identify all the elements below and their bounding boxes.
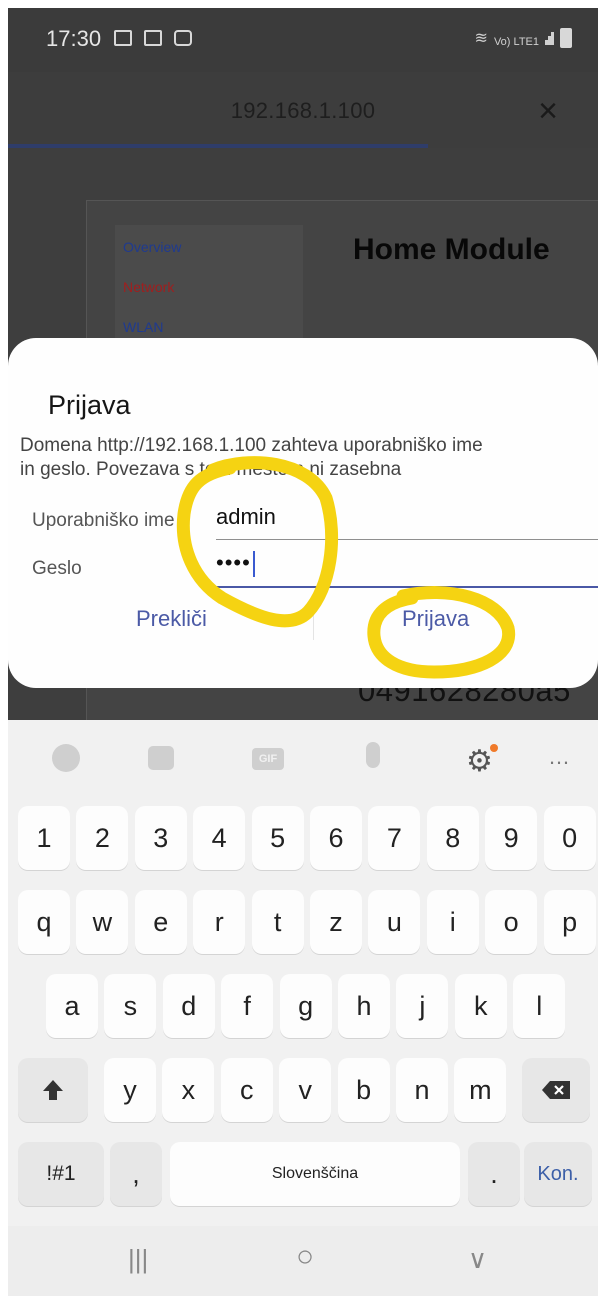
key-4[interactable]: 4 <box>193 806 246 870</box>
status-bar: 17:30 ≋ Vo) LTE1 <box>8 8 598 72</box>
username-value: admin <box>216 504 276 529</box>
key-z[interactable]: z <box>310 890 362 954</box>
enter-key[interactable]: Kon. <box>524 1142 592 1206</box>
notification-dot-icon <box>490 744 498 752</box>
space-key[interactable]: Slovenščina <box>170 1142 460 1206</box>
key-0[interactable]: 0 <box>543 806 596 870</box>
key-c[interactable]: c <box>220 1058 273 1122</box>
dialog-title: Prijava <box>48 390 131 420</box>
key-x[interactable]: x <box>162 1058 215 1122</box>
clock: 17:30 <box>46 26 102 51</box>
key-p[interactable]: p <box>543 890 596 954</box>
login-button[interactable]: Prijava <box>402 606 469 632</box>
gif-button[interactable]: GIF <box>252 748 284 770</box>
dialog-message: Domena http://192.168.1.100 zahteva upor… <box>20 434 596 482</box>
nav-link-wlan[interactable]: WLAN <box>123 319 163 335</box>
key-r[interactable]: r <box>193 890 246 954</box>
comma-key[interactable]: , <box>110 1142 162 1206</box>
network-label: Vo) LTE1 <box>493 36 539 48</box>
wifi-icon: ≋ <box>474 30 488 47</box>
password-label: Geslo <box>32 558 82 579</box>
shift-arrow-icon <box>43 1080 63 1100</box>
phone-screen: 17:30 ≋ Vo) LTE1 192.168.1.100 × Overvie… <box>8 8 598 1296</box>
home-button[interactable]: ○ <box>296 1240 314 1274</box>
status-icons: ≋ Vo) LTE1 <box>475 28 572 48</box>
key-v[interactable]: v <box>279 1058 332 1122</box>
gallery-icon <box>144 30 162 46</box>
key-w[interactable]: w <box>76 890 129 954</box>
key-b[interactable]: b <box>337 1058 390 1122</box>
page-title: Home Module <box>353 233 550 266</box>
backspace-key[interactable] <box>522 1058 590 1122</box>
key-5[interactable]: 5 <box>251 806 304 870</box>
symbols-key[interactable]: !#1 <box>18 1142 104 1206</box>
key-d[interactable]: d <box>162 974 215 1038</box>
key-o[interactable]: o <box>485 890 538 954</box>
key-i[interactable]: i <box>426 890 479 954</box>
backspace-icon <box>542 1081 570 1099</box>
key-s[interactable]: s <box>104 974 157 1038</box>
signal-icon <box>545 32 554 48</box>
key-8[interactable]: 8 <box>426 806 479 870</box>
key-k[interactable]: k <box>454 974 507 1038</box>
key-h[interactable]: h <box>338 974 390 1038</box>
gallery-icon <box>114 30 132 46</box>
password-field[interactable]: •••• <box>216 544 598 588</box>
key-j[interactable]: j <box>396 974 449 1038</box>
cancel-button[interactable]: Prekliči <box>136 606 207 632</box>
nav-link-overview[interactable]: Overview <box>123 239 181 255</box>
key-t[interactable]: t <box>251 890 304 954</box>
key-u[interactable]: u <box>368 890 421 954</box>
password-value: •••• <box>216 550 251 575</box>
dialog-message-line: Domena http://192.168.1.100 zahteva upor… <box>20 435 483 456</box>
more-icon[interactable]: … <box>548 744 570 770</box>
keyboard-toolbar: GIF ⚙ … <box>8 720 598 800</box>
key-3[interactable]: 3 <box>134 806 187 870</box>
key-e[interactable]: e <box>134 890 187 954</box>
button-divider <box>313 610 314 640</box>
back-button[interactable]: ∨ <box>468 1244 487 1275</box>
close-icon[interactable]: × <box>538 92 558 131</box>
key-f[interactable]: f <box>221 974 274 1038</box>
key-7[interactable]: 7 <box>368 806 421 870</box>
text-caret <box>252 551 255 578</box>
key-l[interactable]: l <box>513 974 566 1038</box>
key-n[interactable]: n <box>396 1058 448 1122</box>
dialog-message-line: in geslo. Povezava s tem mestom ni zaseb… <box>20 459 402 480</box>
on-screen-keyboard: GIF ⚙ … 1234567890 qwertzuiop asdfghjkl yxc… <box>8 720 598 1296</box>
page-url-title: 192.168.1.100 <box>230 98 376 123</box>
username-label: Uporabniško ime <box>32 510 175 531</box>
key-q[interactable]: q <box>18 890 70 954</box>
browser-header: 192.168.1.100 × <box>8 72 598 148</box>
screenshot-icon <box>174 30 192 46</box>
battery-icon <box>560 28 572 48</box>
sticker-icon[interactable] <box>148 746 174 770</box>
key-m[interactable]: m <box>454 1058 507 1122</box>
emoji-icon[interactable] <box>52 744 80 772</box>
recent-apps-button[interactable]: ||| <box>128 1244 148 1275</box>
mic-icon[interactable] <box>366 742 380 768</box>
key-2[interactable]: 2 <box>76 806 129 870</box>
period-key[interactable]: . <box>468 1142 520 1206</box>
username-field[interactable]: admin <box>216 498 598 540</box>
key-9[interactable]: 9 <box>485 806 538 870</box>
login-dialog: Prijava Domena http://192.168.1.100 zaht… <box>8 338 598 688</box>
key-6[interactable]: 6 <box>310 806 362 870</box>
key-a[interactable]: a <box>46 974 98 1038</box>
gear-icon[interactable]: ⚙ <box>466 744 493 779</box>
nav-link-network[interactable]: Network <box>123 279 174 295</box>
key-y[interactable]: y <box>104 1058 156 1122</box>
system-navigation-bar: ||| ○ ∨ <box>8 1226 598 1296</box>
key-1[interactable]: 1 <box>18 806 70 870</box>
key-g[interactable]: g <box>279 974 332 1038</box>
shift-key[interactable] <box>18 1058 88 1122</box>
